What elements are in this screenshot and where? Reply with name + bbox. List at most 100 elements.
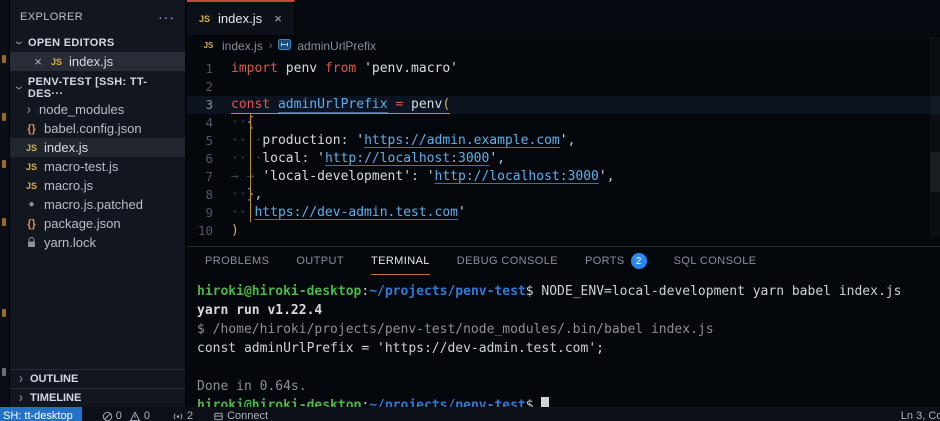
remote-ssh-indicator[interactable]: SH: tt-desktop — [0, 407, 82, 421]
file-item[interactable]: yarn.lock — [10, 233, 185, 252]
close-icon[interactable]: × — [272, 11, 284, 26]
code-line[interactable]: 3const adminUrlPrefix = penv( — [187, 96, 940, 114]
timeline-label: TIMELINE — [30, 392, 81, 404]
editor-tab-bar: JS index.js × — [187, 0, 940, 35]
code-line[interactable]: 5····production: 'https://admin.example.… — [187, 132, 940, 150]
outline-section[interactable]: › OUTLINE — [10, 369, 185, 388]
tab-index-js[interactable]: JS index.js × — [187, 0, 295, 35]
database-icon — [213, 411, 224, 421]
panel-tab-debug-console[interactable]: DEBUG CONSOLE — [457, 247, 558, 275]
js-file-icon: JS — [197, 14, 212, 24]
code-line[interactable]: 8··}, — [187, 186, 940, 204]
chevron-down-icon: › — [11, 38, 27, 48]
connect-indicator[interactable]: Connect — [207, 407, 274, 421]
file-item[interactable]: ›node_modules — [10, 100, 185, 119]
forwarded-ports-indicator[interactable]: 2 — [166, 407, 199, 421]
error-count: 0 — [116, 410, 122, 421]
terminal-line: yarn run v1.22.4 — [197, 301, 940, 320]
code-editor[interactable]: 1import penv from 'penv.macro'23const ad… — [187, 56, 940, 240]
file-item[interactable]: ● macro.js.patched — [10, 195, 185, 214]
file-item[interactable]: JSmacro.js — [10, 176, 185, 195]
project-label: PENV-TEST [SSH: TT-DES··· — [28, 76, 181, 100]
file-item[interactable]: {}package.json — [10, 214, 185, 233]
panel-tab-output[interactable]: OUTPUT — [296, 247, 344, 275]
code-line[interactable]: 10) — [187, 222, 940, 240]
chevron-right-icon: › — [269, 40, 273, 52]
terminal-line: hiroki@hiroki-desktop:~/projects/penv-te… — [197, 282, 940, 301]
panel-tab-bar: PROBLEMS OUTPUT TERMINAL DEBUG CONSOLE PORTS… — [187, 247, 940, 275]
js-file-icon: JS — [24, 143, 39, 153]
breadcrumb: JS index.js › adminUrlPrefix — [187, 35, 940, 56]
terminal[interactable]: hiroki@hiroki-desktop:~/projects/penv-te… — [187, 275, 940, 415]
connect-label: Connect — [227, 410, 268, 421]
tab-label: index.js — [218, 11, 266, 26]
chevron-down-icon: › — [11, 83, 27, 93]
left-edge-strip — [0, 0, 10, 407]
terminal-line — [197, 358, 940, 377]
open-editors-header[interactable]: › OPEN EDITORS — [10, 34, 185, 52]
more-actions-icon[interactable]: ··· — [158, 9, 175, 25]
line-number: 1 — [187, 60, 231, 78]
json-file-icon: {} — [24, 123, 39, 135]
terminal-line: $ /home/hiroki/projects/penv-test/node_m… — [197, 320, 940, 339]
code-line[interactable]: 9··'https://dev-admin.test.com' — [187, 204, 940, 222]
line-number: 9 — [187, 204, 231, 222]
code-line[interactable]: 6····local: 'http://localhost:3000', — [187, 150, 940, 168]
decoration-mark — [2, 113, 6, 121]
open-editor-label: index.js — [69, 54, 113, 69]
project-section-header[interactable]: › PENV-TEST [SSH: TT-DES··· — [10, 79, 185, 97]
explorer-sidebar: EXPLORER ··· › OPEN EDITORS ×JSindex.js … — [10, 0, 186, 407]
editor-scrollbar[interactable] — [930, 37, 940, 237]
line-number: 8 — [187, 186, 231, 204]
ports-badge: 2 — [631, 253, 647, 269]
file-item[interactable]: {} babel.config.json — [10, 119, 185, 138]
line-number: 4 — [187, 114, 231, 132]
error-icon — [102, 411, 113, 421]
open-editor-item[interactable]: × JS index.js — [10, 52, 185, 71]
chevron-right-icon: › — [16, 390, 26, 406]
code-line[interactable]: 1import penv from 'penv.macro' — [187, 60, 940, 78]
editor-group: JS index.js × JS index.js › adminUrlPref… — [187, 0, 940, 246]
timeline-section[interactable]: › TIMELINE — [10, 388, 185, 407]
status-bar: SH: tt-desktop 0 0 2 Connect Ln 3, Col 1 — [0, 407, 940, 421]
outline-label: OUTLINE — [30, 373, 78, 385]
panel-tab-problems[interactable]: PROBLEMS — [205, 247, 269, 275]
warning-count: 0 — [144, 410, 150, 421]
panel-tab-ports[interactable]: PORTS2 — [585, 247, 647, 275]
breadcrumb-symbol[interactable]: adminUrlPrefix — [297, 39, 376, 53]
radio-tower-icon — [172, 411, 184, 421]
file-label: index.js — [44, 140, 88, 155]
line-number: 7 — [187, 168, 231, 186]
code-line[interactable]: 7→ → 'local-development': 'http://localh… — [187, 168, 940, 186]
decoration-mark — [2, 55, 6, 63]
sidebar-title: EXPLORER — [20, 11, 158, 23]
open-editors-list: × JS index.js — [10, 52, 185, 71]
decoration-mark — [2, 368, 6, 376]
panel-tab-sql-console[interactable]: SQL CONSOLE — [674, 247, 757, 275]
file-label: babel.config.json — [44, 121, 142, 136]
file-tree: ›node_modules {} babel.config.json JS index.… — [10, 100, 185, 252]
file-label: macro.js.patched — [44, 197, 143, 212]
js-file-icon: JS — [24, 162, 39, 172]
lock-icon — [24, 237, 39, 248]
cursor-position-indicator[interactable]: Ln 3, Col 1 — [901, 410, 940, 421]
breadcrumb-file[interactable]: index.js — [222, 39, 263, 53]
file-item[interactable]: JS index.js — [10, 138, 185, 157]
file-label: yarn.lock — [44, 235, 96, 250]
line-number: 5 — [187, 132, 231, 150]
dot-file-icon: ● — [24, 199, 39, 210]
code-line[interactable]: 2 — [187, 78, 940, 96]
sidebar-header: EXPLORER ··· — [10, 0, 185, 34]
panel-tab-terminal[interactable]: TERMINAL — [371, 247, 430, 275]
line-number: 3 — [187, 96, 231, 114]
bracket-pair-guide — [250, 114, 251, 222]
code-line[interactable]: 4··{ — [187, 114, 940, 132]
file-item[interactable]: JSmacro-test.js — [10, 157, 185, 176]
terminal-line: Done in 0.64s. — [197, 377, 940, 396]
file-label: macro.js — [44, 178, 93, 193]
js-file-icon: JS — [49, 57, 64, 67]
line-number: 6 — [187, 150, 231, 168]
line-number: 2 — [187, 78, 231, 96]
problems-indicator[interactable]: 0 0 — [96, 407, 156, 421]
close-icon[interactable]: × — [32, 54, 44, 69]
